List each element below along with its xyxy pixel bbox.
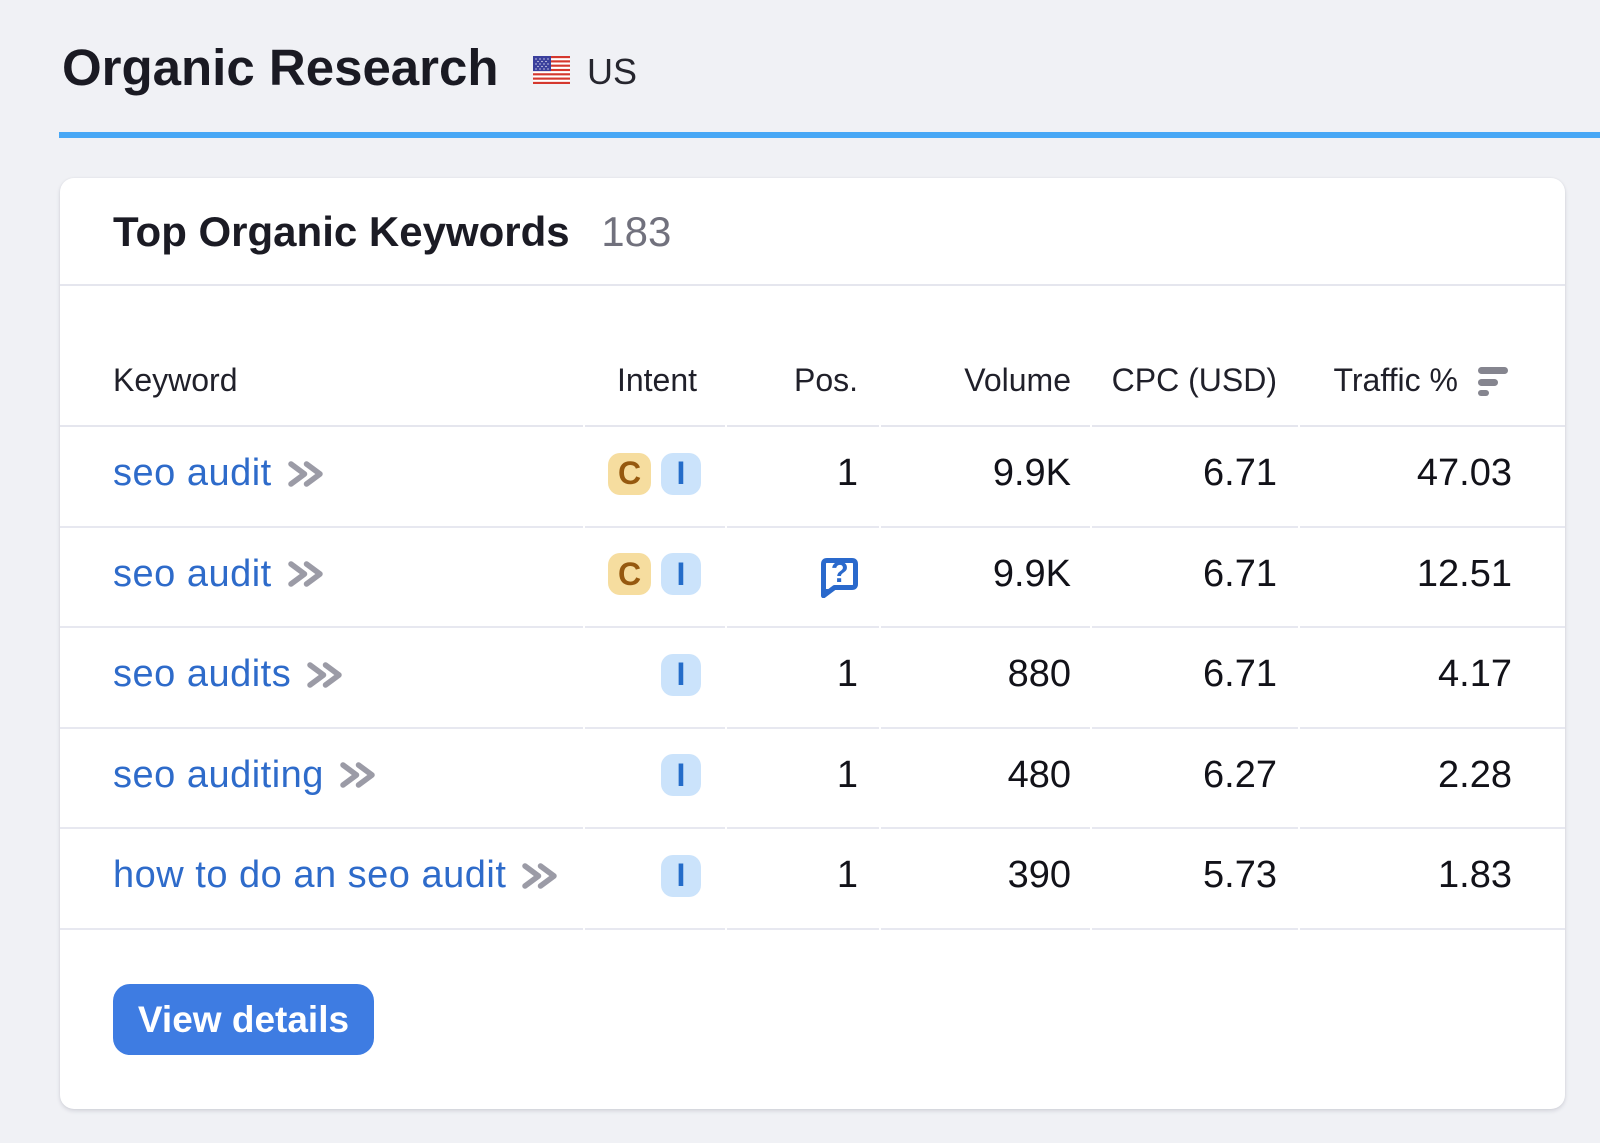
svg-text:?: ?: [831, 558, 849, 589]
